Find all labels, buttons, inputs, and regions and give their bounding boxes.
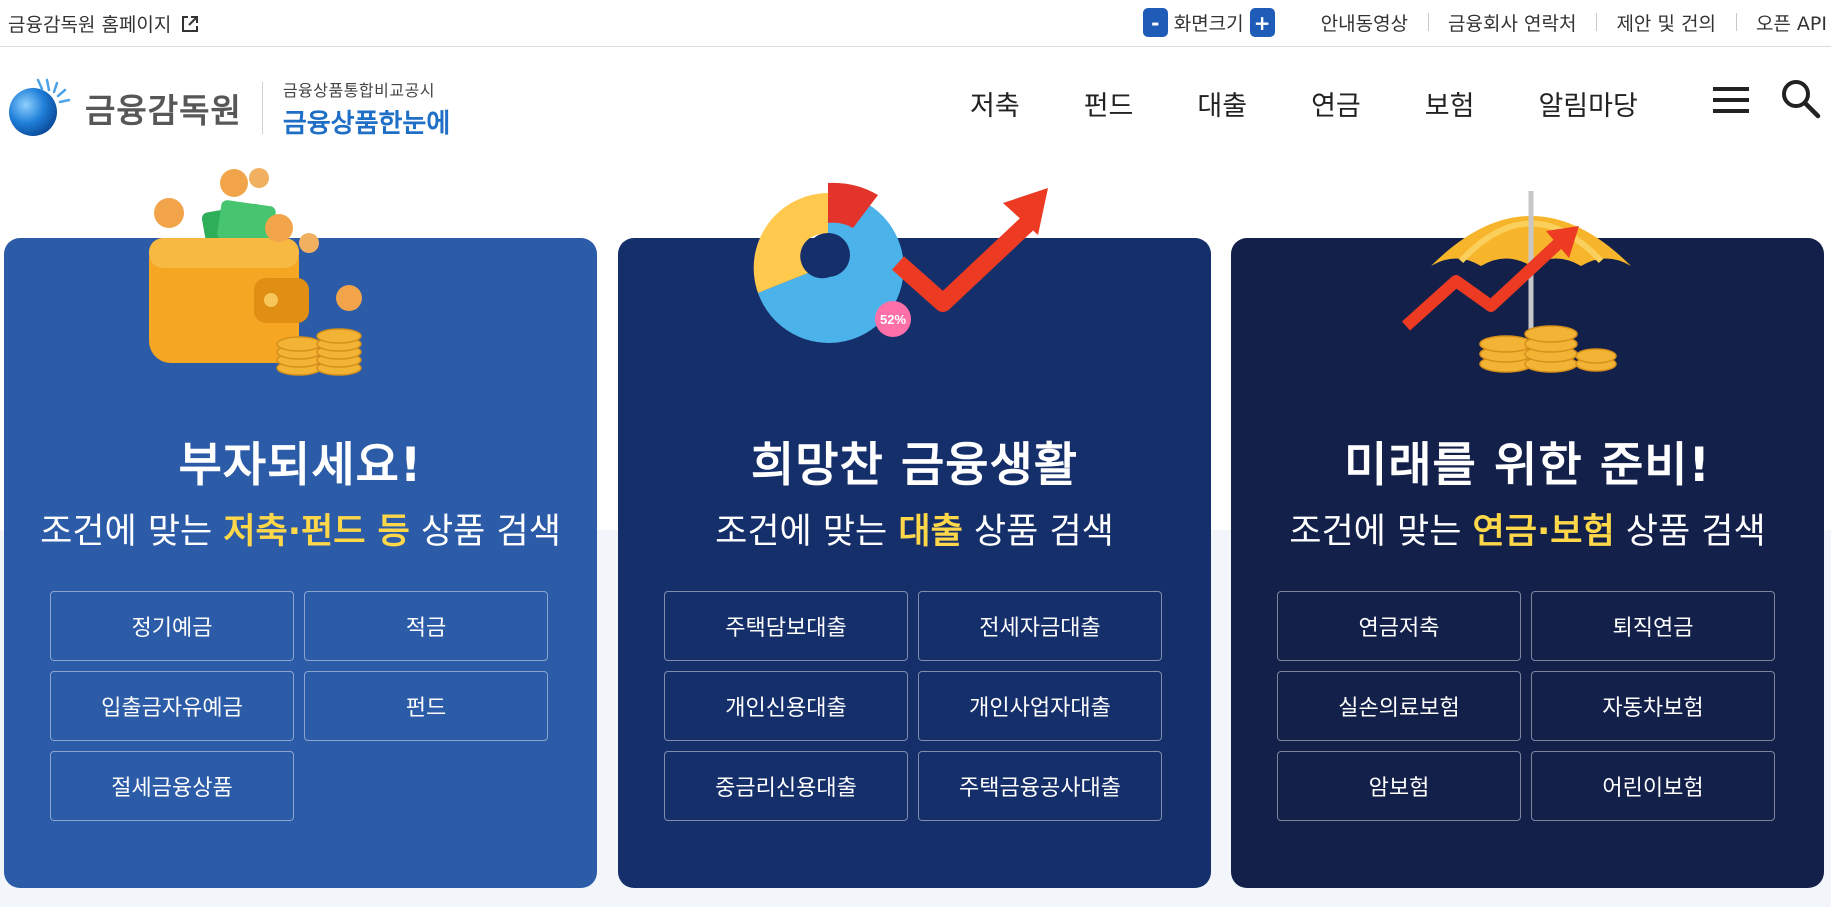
service-name: 금융상품한눈에 <box>282 108 451 139</box>
subtitle-highlight: 저축·펀드 등 <box>223 512 410 552</box>
btn-cancer-insurance[interactable]: 암보험 <box>1277 751 1521 821</box>
fss-emblem-icon <box>9 78 71 136</box>
zoom-label: 화면크기 <box>1173 13 1244 35</box>
product-buttons: 연금저축 퇴직연금 실손의료보험 자동차보험 암보험 어린이보험 <box>1277 591 1777 821</box>
nav-pension[interactable]: 연금 <box>1311 84 1361 123</box>
wallet-illustration <box>149 168 362 376</box>
product-buttons: 주택담보대출 전세자금대출 개인신용대출 개인사업자대출 중금리신용대출 주택금… <box>664 591 1164 821</box>
btn-hf-loan[interactable]: 주택금융공사대출 <box>918 751 1162 821</box>
btn-mid-rate-loan[interactable]: 중금리신용대출 <box>664 751 908 821</box>
subtitle-prefix: 조건에 맞는 <box>715 512 899 552</box>
btn-demand-deposit[interactable]: 입출금자유예금 <box>50 671 294 741</box>
zoom-in-button[interactable]: + <box>1249 8 1275 37</box>
subtitle-prefix: 조건에 맞는 <box>1289 512 1473 552</box>
site-header: 금융감독원 금융상품통합비교공시 금융상품한눈에 저축 펀드 대출 연금 보험 … <box>0 48 1831 158</box>
btn-installment-savings[interactable]: 적금 <box>304 591 548 661</box>
zoom-control: - 화면크기 + <box>1142 8 1275 37</box>
btn-retirement-pension[interactable]: 퇴직연금 <box>1531 591 1775 661</box>
panel-loan: 52% 희망찬 금융생활 조건에 맞는 대출 상품 검색 주택담보대출 전세자금… <box>618 182 1211 888</box>
service-subtitle: 금융상품통합비교공시 <box>282 80 436 100</box>
fss-home-label: 금융감독원 홈페이지 <box>8 14 172 36</box>
nav-insurance[interactable]: 보험 <box>1425 84 1475 123</box>
link-suggestions[interactable]: 제안 및 건의 <box>1596 9 1735 36</box>
btn-medical-insurance[interactable]: 실손의료보험 <box>1277 671 1521 741</box>
btn-personal-credit-loan[interactable]: 개인신용대출 <box>664 671 908 741</box>
nav-loan[interactable]: 대출 <box>1197 84 1247 123</box>
btn-child-insurance[interactable]: 어린이보험 <box>1531 751 1775 821</box>
zoom-out-button[interactable]: - <box>1142 8 1168 37</box>
subtitle-suffix: 상품 검색 <box>962 512 1114 552</box>
btn-mortgage-loan[interactable]: 주택담보대출 <box>664 591 908 661</box>
btn-jeonse-loan[interactable]: 전세자금대출 <box>918 591 1162 661</box>
panel-title: 부자되세요! <box>178 438 423 493</box>
search-icon[interactable] <box>1780 78 1822 120</box>
panel-title: 미래를 위한 준비! <box>1344 438 1711 493</box>
nav-savings[interactable]: 저축 <box>970 84 1020 123</box>
brand-name: 금융감독원 <box>85 91 242 130</box>
panel-title: 희망찬 금융생활 <box>750 438 1079 493</box>
btn-time-deposit[interactable]: 정기예금 <box>50 591 294 661</box>
btn-pension-savings[interactable]: 연금저축 <box>1277 591 1521 661</box>
external-link-icon <box>182 15 199 32</box>
fss-home-link[interactable]: 금융감독원 홈페이지 <box>8 10 199 37</box>
link-guide-video[interactable]: 안내동영상 <box>1301 9 1428 36</box>
product-buttons: 정기예금 적금 입출금자유예금 펀드 절세금융상품 <box>50 591 550 821</box>
btn-business-loan[interactable]: 개인사업자대출 <box>918 671 1162 741</box>
logo-divider <box>261 82 263 134</box>
chart-illustration: 52% <box>753 182 1048 343</box>
service-name-block: 금융상품통합비교공시 금융상품한눈에 <box>283 77 450 140</box>
btn-fund[interactable]: 펀드 <box>304 671 548 741</box>
subtitle-highlight: 대출 <box>898 512 963 552</box>
main-nav: 저축 펀드 대출 연금 보험 알림마당 <box>970 84 1638 123</box>
nav-fund[interactable]: 펀드 <box>1084 84 1134 123</box>
link-open-api[interactable]: 오픈 API <box>1735 9 1827 36</box>
subtitle-suffix: 상품 검색 <box>1614 512 1766 552</box>
subtitle-suffix: 상품 검색 <box>409 512 561 552</box>
chart-badge-text: 52% <box>880 312 906 327</box>
panel-subtitle: 조건에 맞는 저축·펀드 등 상품 검색 <box>4 503 597 554</box>
subtitle-prefix: 조건에 맞는 <box>40 512 224 552</box>
utility-links: - 화면크기 + 안내동영상 금융회사 연락처 제안 및 건의 오픈 API <box>1142 8 1827 37</box>
panel-pension-insurance: 미래를 위한 준비! 조건에 맞는 연금·보험 상품 검색 연금저축 퇴직연금 … <box>1231 191 1824 888</box>
panel-subtitle: 조건에 맞는 대출 상품 검색 <box>618 503 1211 554</box>
link-company-contacts[interactable]: 금융회사 연락처 <box>1428 9 1596 36</box>
panel-subtitle: 조건에 맞는 연금·보험 상품 검색 <box>1231 503 1824 554</box>
nav-notice[interactable]: 알림마당 <box>1538 84 1637 123</box>
btn-tax-saving[interactable]: 절세금융상품 <box>50 751 294 821</box>
utility-bar: 금융감독원 홈페이지 - 화면크기 + 안내동영상 금융회사 연락처 제안 및 … <box>0 0 1831 47</box>
panel-savings: 부자되세요! 조건에 맞는 저축·펀드 등 상품 검색 정기예금 적금 입출금자… <box>4 168 597 888</box>
umbrella-illustration <box>1401 191 1631 373</box>
btn-car-insurance[interactable]: 자동차보험 <box>1531 671 1775 741</box>
site-logo[interactable]: 금융감독원 금융상품통합비교공시 금융상품한눈에 <box>7 76 450 140</box>
subtitle-highlight: 연금·보험 <box>1472 512 1615 552</box>
menu-icon[interactable] <box>1713 85 1749 115</box>
